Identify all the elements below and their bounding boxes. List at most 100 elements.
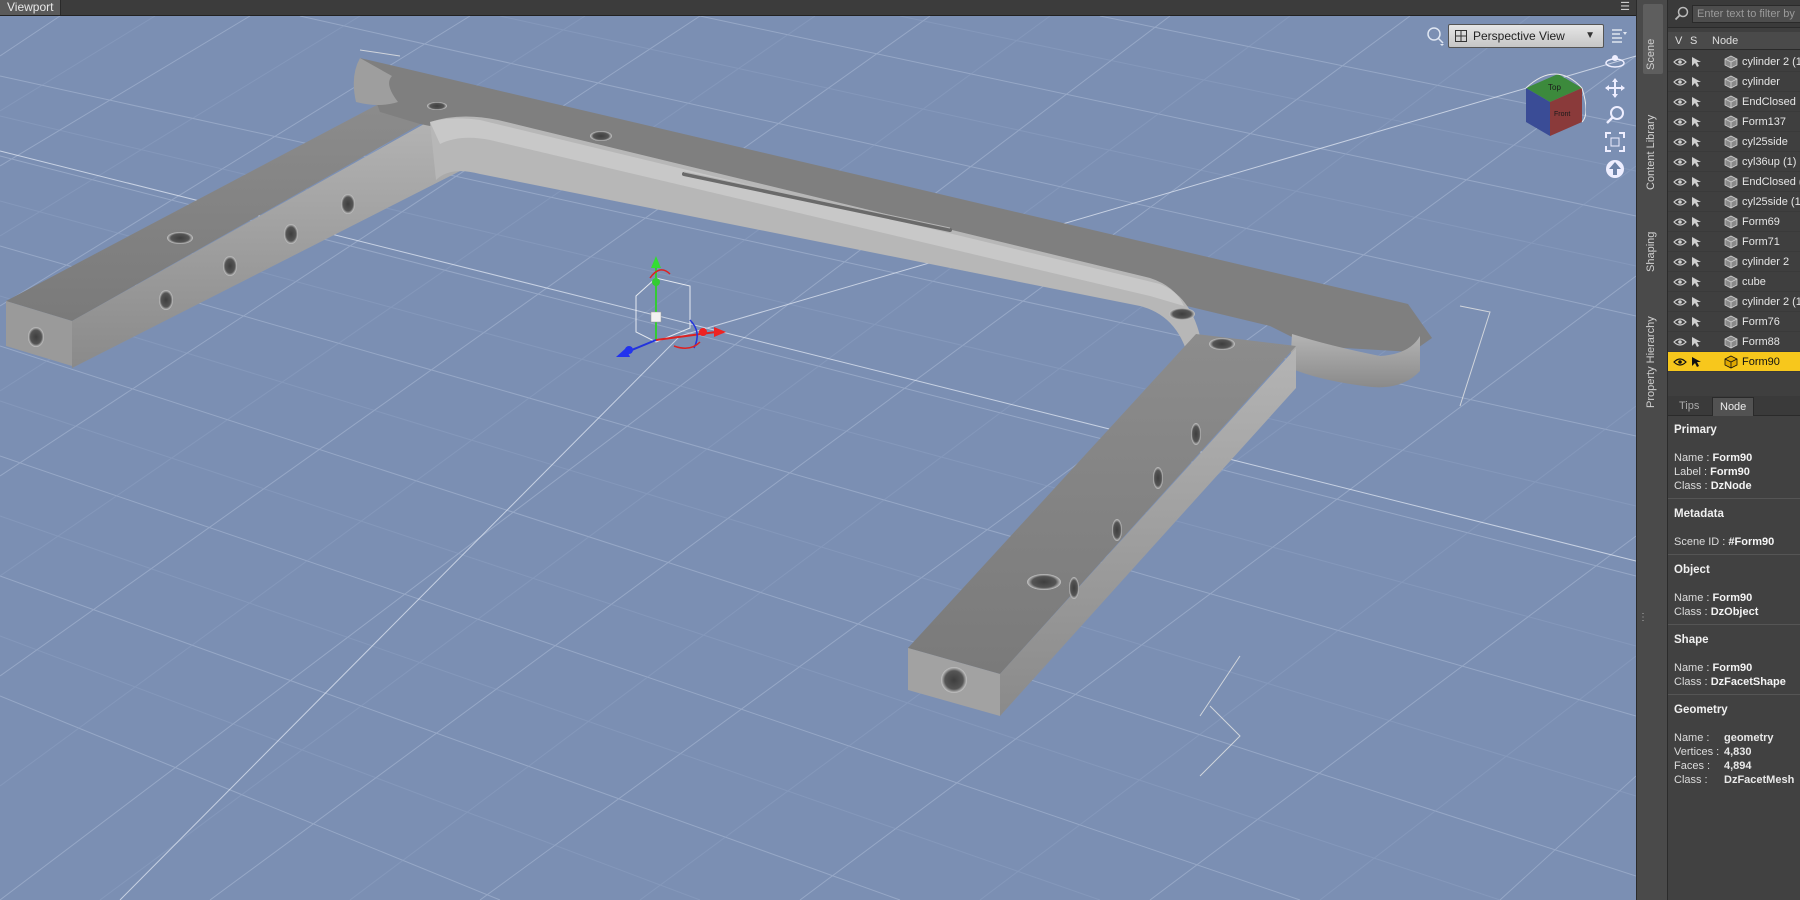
pane-resize-grip-icon[interactable]: ⋮ xyxy=(1638,612,1648,626)
visibility-eye-icon[interactable] xyxy=(1673,358,1687,366)
tab-node[interactable]: Node xyxy=(1712,397,1755,416)
node-row[interactable]: cyl25side xyxy=(1668,132,1800,152)
visibility-eye-icon[interactable] xyxy=(1673,198,1687,206)
node-row[interactable]: cylinder 2 (1) xyxy=(1668,292,1800,312)
selectable-cursor-icon[interactable] xyxy=(1691,356,1703,368)
node-list: cylinder 2 (1) cylinder EndClosed Form137 cy… xyxy=(1668,52,1800,372)
divider xyxy=(1668,624,1800,625)
selectable-cursor-icon[interactable] xyxy=(1691,296,1703,308)
shape-name-key: Name : xyxy=(1674,662,1710,674)
reset-camera-icon[interactable] xyxy=(1604,158,1626,180)
visibility-eye-icon[interactable] xyxy=(1673,318,1687,326)
selectable-cursor-icon[interactable] xyxy=(1691,116,1703,128)
frame-selection-icon[interactable] xyxy=(1604,131,1626,153)
selectable-cursor-icon[interactable] xyxy=(1691,56,1703,68)
selectable-cursor-icon[interactable] xyxy=(1691,276,1703,288)
node-cube-icon xyxy=(1724,275,1738,289)
visibility-eye-icon[interactable] xyxy=(1673,238,1687,246)
3d-scene[interactable] xyxy=(0,16,1636,900)
visibility-eye-icon[interactable] xyxy=(1673,138,1687,146)
node-name: Form71 xyxy=(1742,236,1780,248)
search-icon[interactable] xyxy=(1674,6,1690,22)
selectable-cursor-icon[interactable] xyxy=(1691,316,1703,328)
selectable-cursor-icon[interactable] xyxy=(1691,96,1703,108)
visibility-eye-icon[interactable] xyxy=(1673,98,1687,106)
node-row[interactable]: EndClosed (1) xyxy=(1668,172,1800,192)
primary-name-key: Name : xyxy=(1674,452,1710,464)
view-search-icon[interactable] xyxy=(1426,26,1446,46)
visibility-eye-icon[interactable] xyxy=(1673,118,1687,126)
selectable-cursor-icon[interactable] xyxy=(1691,136,1703,148)
shape-class-value: DzFacetShape xyxy=(1710,676,1786,688)
tab-scene[interactable]: Scene xyxy=(1643,4,1663,74)
node-row[interactable]: Form137 xyxy=(1668,112,1800,132)
column-visible[interactable]: V xyxy=(1675,32,1682,50)
node-row[interactable]: Form76 xyxy=(1668,312,1800,332)
selectable-cursor-icon[interactable] xyxy=(1691,336,1703,348)
tab-property-hierarchy[interactable]: Property Hierarchy xyxy=(1643,298,1663,412)
node-row[interactable]: cylinder 2 xyxy=(1668,252,1800,272)
column-selectable[interactable]: S xyxy=(1690,32,1697,50)
shape-name-value: Form90 xyxy=(1712,662,1753,674)
viewport-options-icon[interactable] xyxy=(1610,27,1628,45)
visibility-eye-icon[interactable] xyxy=(1673,78,1687,86)
node-row[interactable]: EndClosed xyxy=(1668,92,1800,112)
perspective-grid-icon xyxy=(1455,30,1467,42)
viewport-tab[interactable]: Viewport xyxy=(0,0,62,15)
node-name: cyl25side (1) xyxy=(1742,196,1800,208)
node-row[interactable]: cylinder xyxy=(1668,72,1800,92)
primary-class-key: Class : xyxy=(1674,480,1708,492)
app-window: Viewport ☰ Perspective View ▼ Top Front … xyxy=(0,0,1800,900)
node-row[interactable]: Form69 xyxy=(1668,212,1800,232)
pan-camera-icon[interactable] xyxy=(1604,77,1626,99)
selectable-cursor-icon[interactable] xyxy=(1691,76,1703,88)
geometry-faces-row: Faces : 4,894 xyxy=(1674,760,1752,772)
visibility-eye-icon[interactable] xyxy=(1673,178,1687,186)
transform-gizmo[interactable] xyxy=(616,256,726,357)
view-select[interactable]: Perspective View ▼ xyxy=(1448,24,1604,48)
selectable-cursor-icon[interactable] xyxy=(1691,156,1703,168)
selectable-cursor-icon[interactable] xyxy=(1691,176,1703,188)
view-cube[interactable]: Top Front xyxy=(1516,66,1586,146)
node-row[interactable]: cyl36up (1) xyxy=(1668,152,1800,172)
tab-content-library[interactable]: Content Library xyxy=(1643,96,1663,194)
frame-model[interactable] xyxy=(6,58,1432,716)
node-row[interactable]: Form88 xyxy=(1668,332,1800,352)
node-cube-icon xyxy=(1724,55,1738,69)
selectable-cursor-icon[interactable] xyxy=(1691,236,1703,248)
visibility-eye-icon[interactable] xyxy=(1673,58,1687,66)
shape-class-row: Class : DzFacetShape xyxy=(1674,676,1786,688)
zoom-camera-icon[interactable] xyxy=(1604,104,1626,126)
primary-name-value: Form90 xyxy=(1712,452,1753,464)
orbit-camera-icon[interactable] xyxy=(1604,50,1626,72)
visibility-eye-icon[interactable] xyxy=(1673,258,1687,266)
visibility-eye-icon[interactable] xyxy=(1673,218,1687,226)
column-node[interactable]: Node xyxy=(1712,32,1738,50)
visibility-eye-icon[interactable] xyxy=(1673,338,1687,346)
object-name-value: Form90 xyxy=(1712,592,1753,604)
viewport-pane[interactable]: Viewport ☰ Perspective View ▼ Top Front xyxy=(0,0,1636,900)
geometry-class-row: Class : DzFacetMesh xyxy=(1674,774,1794,786)
tab-tips[interactable]: Tips xyxy=(1672,397,1706,416)
visibility-eye-icon[interactable] xyxy=(1673,158,1687,166)
node-name: cyl36up (1) xyxy=(1742,156,1797,168)
node-row[interactable]: Form71 xyxy=(1668,232,1800,252)
section-primary: Primary xyxy=(1674,424,1717,436)
node-row[interactable]: cube xyxy=(1668,272,1800,292)
node-row[interactable]: cylinder 2 (1) xyxy=(1668,52,1800,72)
tab-shaping[interactable]: Shaping xyxy=(1643,214,1663,276)
visibility-eye-icon[interactable] xyxy=(1673,278,1687,286)
visibility-eye-icon[interactable] xyxy=(1673,298,1687,306)
selectable-cursor-icon[interactable] xyxy=(1691,196,1703,208)
divider xyxy=(1668,498,1800,499)
node-row[interactable]: cyl25side (1) xyxy=(1668,192,1800,212)
geometry-class-key: Class : xyxy=(1674,774,1708,786)
selectable-cursor-icon[interactable] xyxy=(1691,216,1703,228)
node-row-selected[interactable]: Form90 xyxy=(1668,352,1800,372)
geometry-class-value: DzFacetMesh xyxy=(1724,774,1795,786)
node-cube-icon xyxy=(1724,235,1738,249)
filter-input[interactable] xyxy=(1692,5,1800,23)
selectable-cursor-icon[interactable] xyxy=(1691,256,1703,268)
pane-menu-icon[interactable]: ☰ xyxy=(1618,1,1632,14)
tab-content-library-label: Content Library xyxy=(1645,114,1657,190)
